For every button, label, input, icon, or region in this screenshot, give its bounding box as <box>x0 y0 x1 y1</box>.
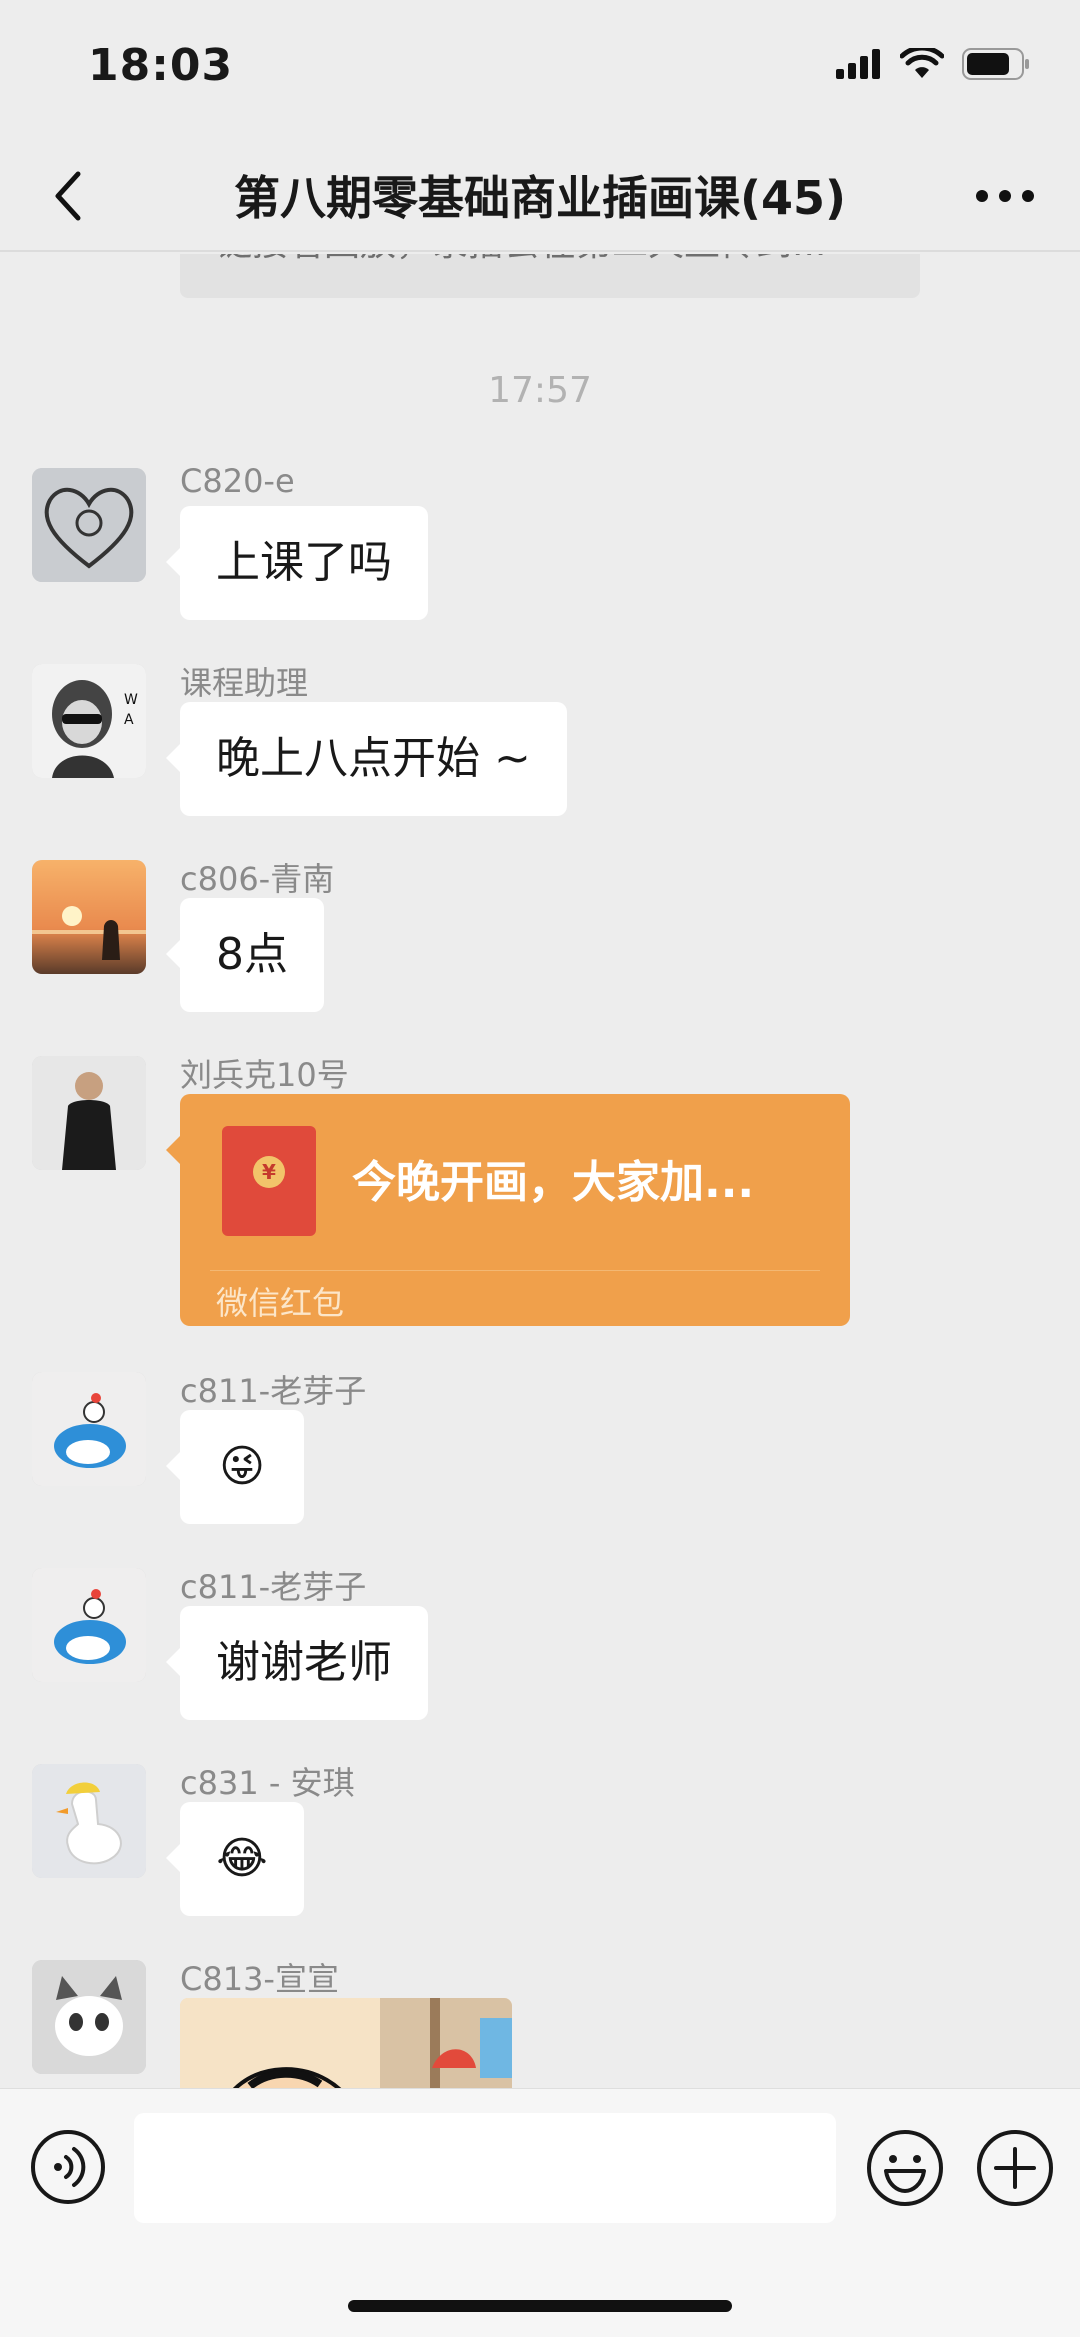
sender-name: c806-青南 <box>180 860 335 898</box>
image-message[interactable] <box>180 1998 512 2088</box>
text-bubble[interactable]: 8点 <box>166 898 324 1012</box>
nav-bar: 第八期零基础商业插画课(45) <box>0 140 1080 252</box>
text-bubble[interactable]: 谢谢老师 <box>166 1606 428 1720</box>
red-packet-divider <box>210 1270 820 1271</box>
sender-name: 课程助理 <box>180 664 309 702</box>
avatar[interactable] <box>32 1764 146 1878</box>
red-packet-card[interactable]: ¥ 今晚开画，大家加... 微信红包 <box>166 1094 850 1326</box>
wifi-icon <box>900 48 944 78</box>
emoji-bubble[interactable]: 😂 <box>166 1802 304 1916</box>
battery-icon <box>962 48 1029 80</box>
avatar[interactable] <box>32 468 146 582</box>
avatar[interactable] <box>32 1568 146 1682</box>
avatar[interactable] <box>32 1372 146 1486</box>
sunset-beach-avatar-icon <box>32 860 146 974</box>
cat-with-hat-avatar-icon <box>32 1960 146 2074</box>
man-black-coat-avatar-icon <box>32 1056 146 1170</box>
more-options-icon[interactable] <box>970 166 1040 226</box>
sender-name: C813-宣宣 <box>180 1960 339 1998</box>
status-icons <box>836 48 1030 80</box>
add-more-icon[interactable] <box>976 2129 1054 2207</box>
doraemon-avatar-icon <box>32 1568 146 1682</box>
chat-title: 第八期零基础商业插画课(45) <box>233 171 847 225</box>
message-timestamp: 17:57 <box>488 370 592 411</box>
doraemon-avatar-icon <box>32 1372 146 1486</box>
avatar[interactable] <box>32 860 146 974</box>
sender-name: 刘兵克10号 <box>180 1056 349 1094</box>
text-bubble[interactable]: 上课了吗 <box>166 506 428 620</box>
cellular-signal-icon <box>836 49 880 79</box>
previous-message-bubble[interactable]: 链接看回放，录播会在第二天上传到... <box>180 254 920 298</box>
sender-name: c811-老芽子 <box>180 1568 367 1606</box>
heart-sketch-avatar-icon <box>32 468 146 582</box>
voice-input-icon[interactable] <box>30 2129 106 2205</box>
duck-hat-avatar-icon <box>32 1764 146 1878</box>
emoji-picker-icon[interactable] <box>866 2129 944 2207</box>
sender-name: c811-老芽子 <box>180 1372 367 1410</box>
home-indicator[interactable] <box>348 2300 732 2312</box>
avatar[interactable]: W A <box>32 664 146 778</box>
svg-text:W: W <box>124 692 138 708</box>
back-chevron-icon[interactable] <box>38 166 98 226</box>
svg-text:A: A <box>124 712 134 728</box>
message-list[interactable]: 链接看回放，录播会在第二天上传到... 17:57 C820-e 上课了吗 <box>0 254 1080 2088</box>
message-input[interactable] <box>134 2113 836 2223</box>
text-bubble[interactable]: 晚上八点开始 ~ <box>166 702 567 816</box>
chat-screen: 18:03 第八期零基础商业插画课(45) 17:57 C820-e 上课了吗 … <box>0 0 1080 2337</box>
status-bar: 18:03 <box>0 0 1080 140</box>
red-packet-title: 今晚开画，大家加... <box>352 1157 755 1208</box>
red-packet-icon: ¥ <box>222 1126 316 1236</box>
status-time: 18:03 <box>88 40 234 91</box>
avatar[interactable] <box>32 1056 146 1170</box>
red-packet-label: 微信红包 <box>216 1284 345 1322</box>
yuan-coin-icon: ¥ <box>253 1156 285 1188</box>
cartoon-sticker-image <box>180 1998 512 2088</box>
previous-message-text: 链接看回放，录播会在第二天上传到... <box>216 254 826 266</box>
sender-name: c831 - 安琪 <box>180 1764 355 1802</box>
avatar[interactable] <box>32 1960 146 2074</box>
sender-name: C820-e <box>180 462 295 500</box>
girl-sunglasses-avatar-icon: W A <box>32 664 146 778</box>
emoji-bubble[interactable]: 😜 <box>166 1410 304 1524</box>
